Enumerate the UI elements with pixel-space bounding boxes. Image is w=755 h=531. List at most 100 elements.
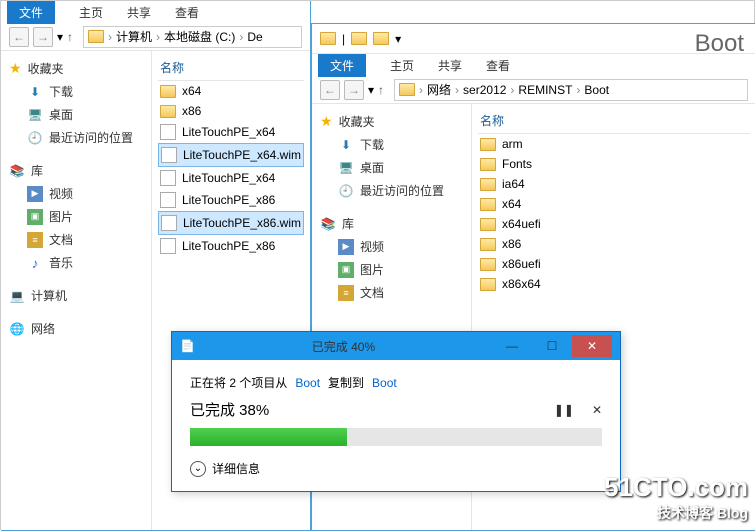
folder-icon — [480, 178, 496, 191]
tree-desktop[interactable]: 🖥桌面 — [5, 103, 147, 126]
crumb-network[interactable]: 网络 — [427, 81, 451, 98]
menu-file[interactable]: 文件 — [318, 54, 366, 77]
folder-icon — [160, 105, 176, 118]
list-item-selected[interactable]: LiteTouchPE_x64.wim — [158, 143, 304, 167]
list-item[interactable]: LiteTouchPE_x64 — [158, 167, 304, 189]
tree-network[interactable]: 🌐网络 — [5, 317, 147, 340]
column-name[interactable]: 名称 — [478, 108, 750, 134]
file-icon — [160, 238, 176, 254]
file-icon — [161, 215, 177, 231]
tree-libraries[interactable]: 📚库 — [316, 212, 467, 235]
crumb-computer[interactable]: 计算机 — [116, 28, 152, 45]
tree-videos[interactable]: ▶视频 — [316, 235, 467, 258]
nav-tree: ★收藏夹 ⬇下载 🖥桌面 🕘最近访问的位置 📚库 ▶视频 ▣图片 ≡文档 ♪音乐… — [1, 51, 152, 530]
details-toggle[interactable]: ⌄ 详细信息 — [190, 460, 602, 477]
minimize-button[interactable]: — — [492, 335, 532, 357]
tree-documents[interactable]: ≡文档 — [316, 281, 467, 304]
menubar: 文件 主页 共享 查看 — [1, 1, 310, 23]
forward-button[interactable]: → — [344, 80, 364, 100]
file-icon — [160, 170, 176, 186]
tree-computer[interactable]: 💻计算机 — [5, 284, 147, 307]
menu-view[interactable]: 查看 — [175, 4, 199, 21]
list-item[interactable]: x64 — [158, 81, 304, 101]
tree-downloads[interactable]: ⬇下载 — [316, 133, 467, 156]
list-item[interactable]: Fonts — [478, 154, 750, 174]
folder-icon — [480, 198, 496, 211]
copy-description: 正在将 2 个项目从 Boot 复制到 Boot — [190, 374, 602, 391]
file-icon — [161, 147, 177, 163]
properties-icon[interactable] — [351, 32, 367, 45]
crumb-drive[interactable]: 本地磁盘 (C:) — [164, 28, 235, 45]
tree-documents[interactable]: ≡文档 — [5, 228, 147, 251]
tree-recent[interactable]: 🕘最近访问的位置 — [316, 179, 467, 202]
forward-button[interactable]: → — [33, 27, 53, 47]
menu-home[interactable]: 主页 — [79, 4, 103, 21]
history-dropdown-icon[interactable]: ▾ — [57, 30, 63, 44]
watermark: 51CTO.com 技术博客 Blog — [604, 472, 748, 523]
progress-bar — [190, 428, 602, 446]
back-button[interactable]: ← — [9, 27, 29, 47]
folder-icon[interactable] — [320, 32, 336, 45]
back-button[interactable]: ← — [320, 80, 340, 100]
folder-icon — [480, 278, 496, 291]
menu-share[interactable]: 共享 — [127, 4, 151, 21]
list-item[interactable]: arm — [478, 134, 750, 154]
history-dropdown-icon[interactable]: ▾ — [368, 83, 374, 97]
address-bar[interactable]: › 计算机 › 本地磁盘 (C:) › De — [83, 26, 302, 48]
pause-button[interactable]: ❚❚ — [554, 403, 574, 417]
list-item[interactable]: x64uefi — [478, 214, 750, 234]
window-title: Boot — [695, 30, 744, 58]
list-item[interactable]: LiteTouchPE_x86 — [158, 189, 304, 211]
column-name[interactable]: 名称 — [158, 55, 304, 81]
quick-access-toolbar: | ▾ Boot — [312, 24, 755, 54]
tree-music[interactable]: ♪音乐 — [5, 251, 147, 274]
list-item[interactable]: LiteTouchPE_x86 — [158, 235, 304, 257]
maximize-button[interactable]: ☐ — [532, 335, 572, 357]
progress-label: 已完成 38% — [190, 399, 269, 420]
crumb-folder[interactable]: De — [247, 30, 262, 44]
crumb-server[interactable]: ser2012 — [463, 83, 506, 97]
separator: | — [342, 32, 345, 46]
list-item[interactable]: x86x64 — [478, 274, 750, 294]
tree-downloads[interactable]: ⬇下载 — [5, 80, 147, 103]
list-item[interactable]: ia64 — [478, 174, 750, 194]
up-button[interactable]: ↑ — [67, 30, 73, 44]
close-button[interactable]: ✕ — [572, 335, 612, 357]
crumb-reminst[interactable]: REMINST — [518, 83, 572, 97]
address-bar[interactable]: › 网络 › ser2012 › REMINST › Boot — [394, 79, 748, 101]
tree-libraries[interactable]: 📚库 — [5, 159, 147, 182]
menu-view[interactable]: 查看 — [486, 57, 510, 74]
dialog-title: 已完成 40% — [195, 338, 492, 355]
folder-icon — [480, 138, 496, 151]
qat-dropdown-icon[interactable]: ▾ — [395, 32, 401, 46]
tree-favorites[interactable]: ★收藏夹 — [316, 110, 467, 133]
list-item[interactable]: x86 — [158, 101, 304, 121]
cancel-button[interactable]: ✕ — [592, 403, 602, 417]
tree-pictures[interactable]: ▣图片 — [5, 205, 147, 228]
list-item-selected[interactable]: LiteTouchPE_x86.wim — [158, 211, 304, 235]
tree-videos[interactable]: ▶视频 — [5, 182, 147, 205]
new-folder-icon[interactable] — [373, 32, 389, 45]
folder-icon — [160, 85, 176, 98]
folder-icon — [480, 258, 496, 271]
tree-desktop[interactable]: 🖥桌面 — [316, 156, 467, 179]
up-button[interactable]: ↑ — [378, 83, 384, 97]
menu-share[interactable]: 共享 — [438, 57, 462, 74]
tree-favorites[interactable]: ★收藏夹 — [5, 57, 147, 80]
list-item[interactable]: x64 — [478, 194, 750, 214]
tree-recent[interactable]: 🕘最近访问的位置 — [5, 126, 147, 149]
drive-icon — [88, 30, 104, 43]
list-item[interactable]: x86uefi — [478, 254, 750, 274]
copy-progress-dialog: 📄 已完成 40% — ☐ ✕ 正在将 2 个项目从 Boot 复制到 Boot… — [171, 331, 621, 492]
menubar: 文件 主页 共享 查看 — [312, 54, 755, 76]
list-item[interactable]: LiteTouchPE_x64 — [158, 121, 304, 143]
menu-home[interactable]: 主页 — [390, 57, 414, 74]
dest-link[interactable]: Boot — [372, 376, 397, 390]
crumb-boot[interactable]: Boot — [584, 83, 609, 97]
list-item[interactable]: x86 — [478, 234, 750, 254]
source-link[interactable]: Boot — [295, 376, 320, 390]
dialog-titlebar[interactable]: 📄 已完成 40% — ☐ ✕ — [172, 332, 620, 360]
chevron-down-icon: ⌄ — [190, 461, 206, 477]
tree-pictures[interactable]: ▣图片 — [316, 258, 467, 281]
menu-file[interactable]: 文件 — [7, 1, 55, 24]
